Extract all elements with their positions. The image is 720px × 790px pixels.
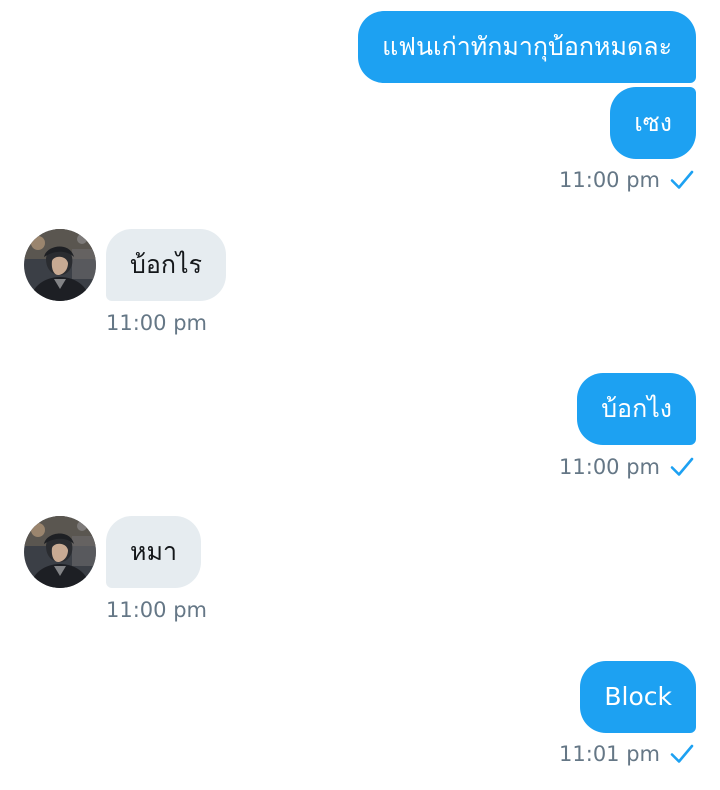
check-icon [668,166,696,194]
message-timestamp: 11:00 pm [559,455,660,479]
outgoing-message-bubble[interactable]: แฟนเก่าทักมากุบ้อกหมดละ [358,11,696,83]
message-timestamp: 11:00 pm [559,168,660,192]
avatar[interactable] [24,516,96,588]
check-icon [668,740,696,768]
message-timestamp: 11:00 pm [106,311,207,335]
message-timestamp: 11:01 pm [559,742,660,766]
message-meta: 11:00 pm [496,453,696,481]
avatar[interactable] [24,229,96,301]
message-timestamp: 11:00 pm [106,598,207,622]
message-meta: 11:01 pm [496,740,696,768]
outgoing-message-bubble[interactable]: Block [580,661,696,733]
outgoing-message-bubble[interactable]: บ้อกไง [577,373,696,445]
outgoing-message-bubble[interactable]: เซง [610,87,696,159]
incoming-message-bubble[interactable]: หมา [106,516,201,588]
message-meta: 11:00 pm [496,166,696,194]
check-icon [668,453,696,481]
conversation-thread: แฟนเก่าทักมากุบ้อกหมดละ เซง 11:00 pm บ้อ… [0,0,720,790]
incoming-message-bubble[interactable]: บ้อกไร [106,229,227,301]
